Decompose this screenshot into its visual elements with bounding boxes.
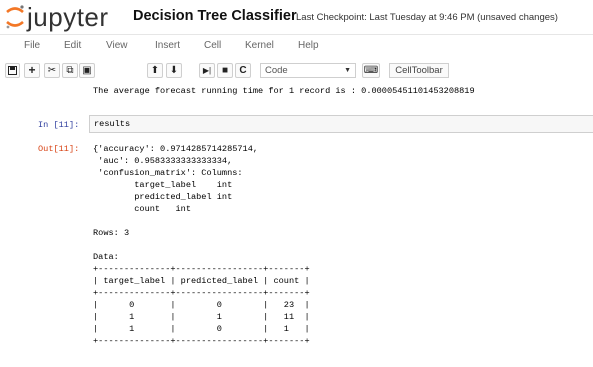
- paste-button[interactable]: ▣: [79, 63, 95, 78]
- menu-cell[interactable]: Cell: [204, 40, 221, 51]
- interrupt-button[interactable]: ■: [217, 63, 233, 78]
- plus-icon: +: [28, 63, 36, 77]
- menu-help[interactable]: Help: [298, 40, 319, 51]
- keyboard-icon: ⌨: [363, 65, 379, 76]
- cell-toolbar-button[interactable]: CellToolbar: [389, 63, 449, 78]
- output-line: Rows: 3: [93, 228, 130, 238]
- input-prompt: In [11]:: [38, 120, 80, 130]
- command-palette-button[interactable]: ⌨: [362, 63, 380, 78]
- move-down-button[interactable]: ⬇: [166, 63, 182, 78]
- restart-button[interactable]: C: [235, 63, 251, 78]
- cell-type-value: Code: [265, 65, 288, 76]
- output-line: target_label int: [93, 180, 233, 190]
- checkpoint-status: Last Checkpoint: Last Tuesday at 9:46 PM…: [296, 12, 558, 23]
- copy-button[interactable]: ⧉: [62, 63, 78, 78]
- run-button[interactable]: ▶|: [199, 63, 215, 78]
- output-prompt: Out[11]:: [38, 144, 80, 154]
- cell-output: {'accuracy': 0.9714285714285714, 'auc': …: [93, 144, 310, 348]
- jupyter-logo-text[interactable]: jupyter: [27, 4, 109, 30]
- notebook-title[interactable]: Decision Tree Classifier: [133, 8, 297, 24]
- notebook-header: jupyter Decision Tree Classifier Last Ch…: [0, 0, 593, 34]
- arrow-down-icon: ⬇: [169, 65, 179, 76]
- menu-file[interactable]: File: [24, 40, 40, 51]
- cell-type-select[interactable]: Code ▼: [260, 63, 356, 78]
- toolbar: + ✂ ⧉ ▣ ⬆ ⬇ ▶| ■ C Code ▼ ⌨ CellToolbar: [0, 60, 593, 82]
- save-button[interactable]: [5, 63, 20, 78]
- menu-insert[interactable]: Insert: [155, 40, 180, 51]
- step-forward-icon: ▶|: [202, 66, 212, 75]
- table-row: | 1 | 0 | 1 |: [93, 324, 310, 334]
- header-divider: [0, 34, 593, 35]
- scissors-icon: ✂: [47, 65, 57, 76]
- table-border: +--------------+-----------------+------…: [93, 336, 310, 346]
- stop-icon: ■: [221, 65, 229, 76]
- output-line: predicted_label int: [93, 192, 233, 202]
- dropdown-caret-icon: ▼: [344, 67, 351, 74]
- save-icon: [8, 66, 17, 75]
- move-up-button[interactable]: ⬆: [147, 63, 163, 78]
- table-row: | 0 | 0 | 23 |: [93, 300, 310, 310]
- output-line: Data:: [93, 252, 119, 262]
- cut-button[interactable]: ✂: [44, 63, 60, 78]
- output-line: {'accuracy': 0.9714285714285714,: [93, 144, 259, 154]
- refresh-icon: C: [239, 65, 247, 76]
- output-line: 'confusion_matrix': Columns:: [93, 168, 243, 178]
- table-header: | target_label | predicted_label | count…: [93, 276, 310, 286]
- paste-icon: ▣: [82, 65, 92, 76]
- insert-cell-button[interactable]: +: [24, 63, 40, 78]
- table-row: | 1 | 1 | 11 |: [93, 312, 310, 322]
- code-input-text: results: [94, 119, 131, 129]
- arrow-up-icon: ⬆: [150, 65, 160, 76]
- menubar: File Edit View Insert Cell Kernel Help: [0, 36, 593, 56]
- copy-icon: ⧉: [66, 65, 74, 76]
- previous-output-text: The average forecast running time for 1 …: [93, 86, 475, 96]
- table-border: +--------------+-----------------+------…: [93, 288, 310, 298]
- code-input-area[interactable]: results: [89, 115, 593, 133]
- output-line: 'auc': 0.9583333333333334,: [93, 156, 233, 166]
- menu-view[interactable]: View: [106, 40, 128, 51]
- menu-edit[interactable]: Edit: [64, 40, 81, 51]
- menu-kernel[interactable]: Kernel: [245, 40, 274, 51]
- jupyter-logo-icon: [6, 5, 24, 29]
- table-border: +--------------+-----------------+------…: [93, 264, 310, 274]
- output-line: count int: [93, 204, 191, 214]
